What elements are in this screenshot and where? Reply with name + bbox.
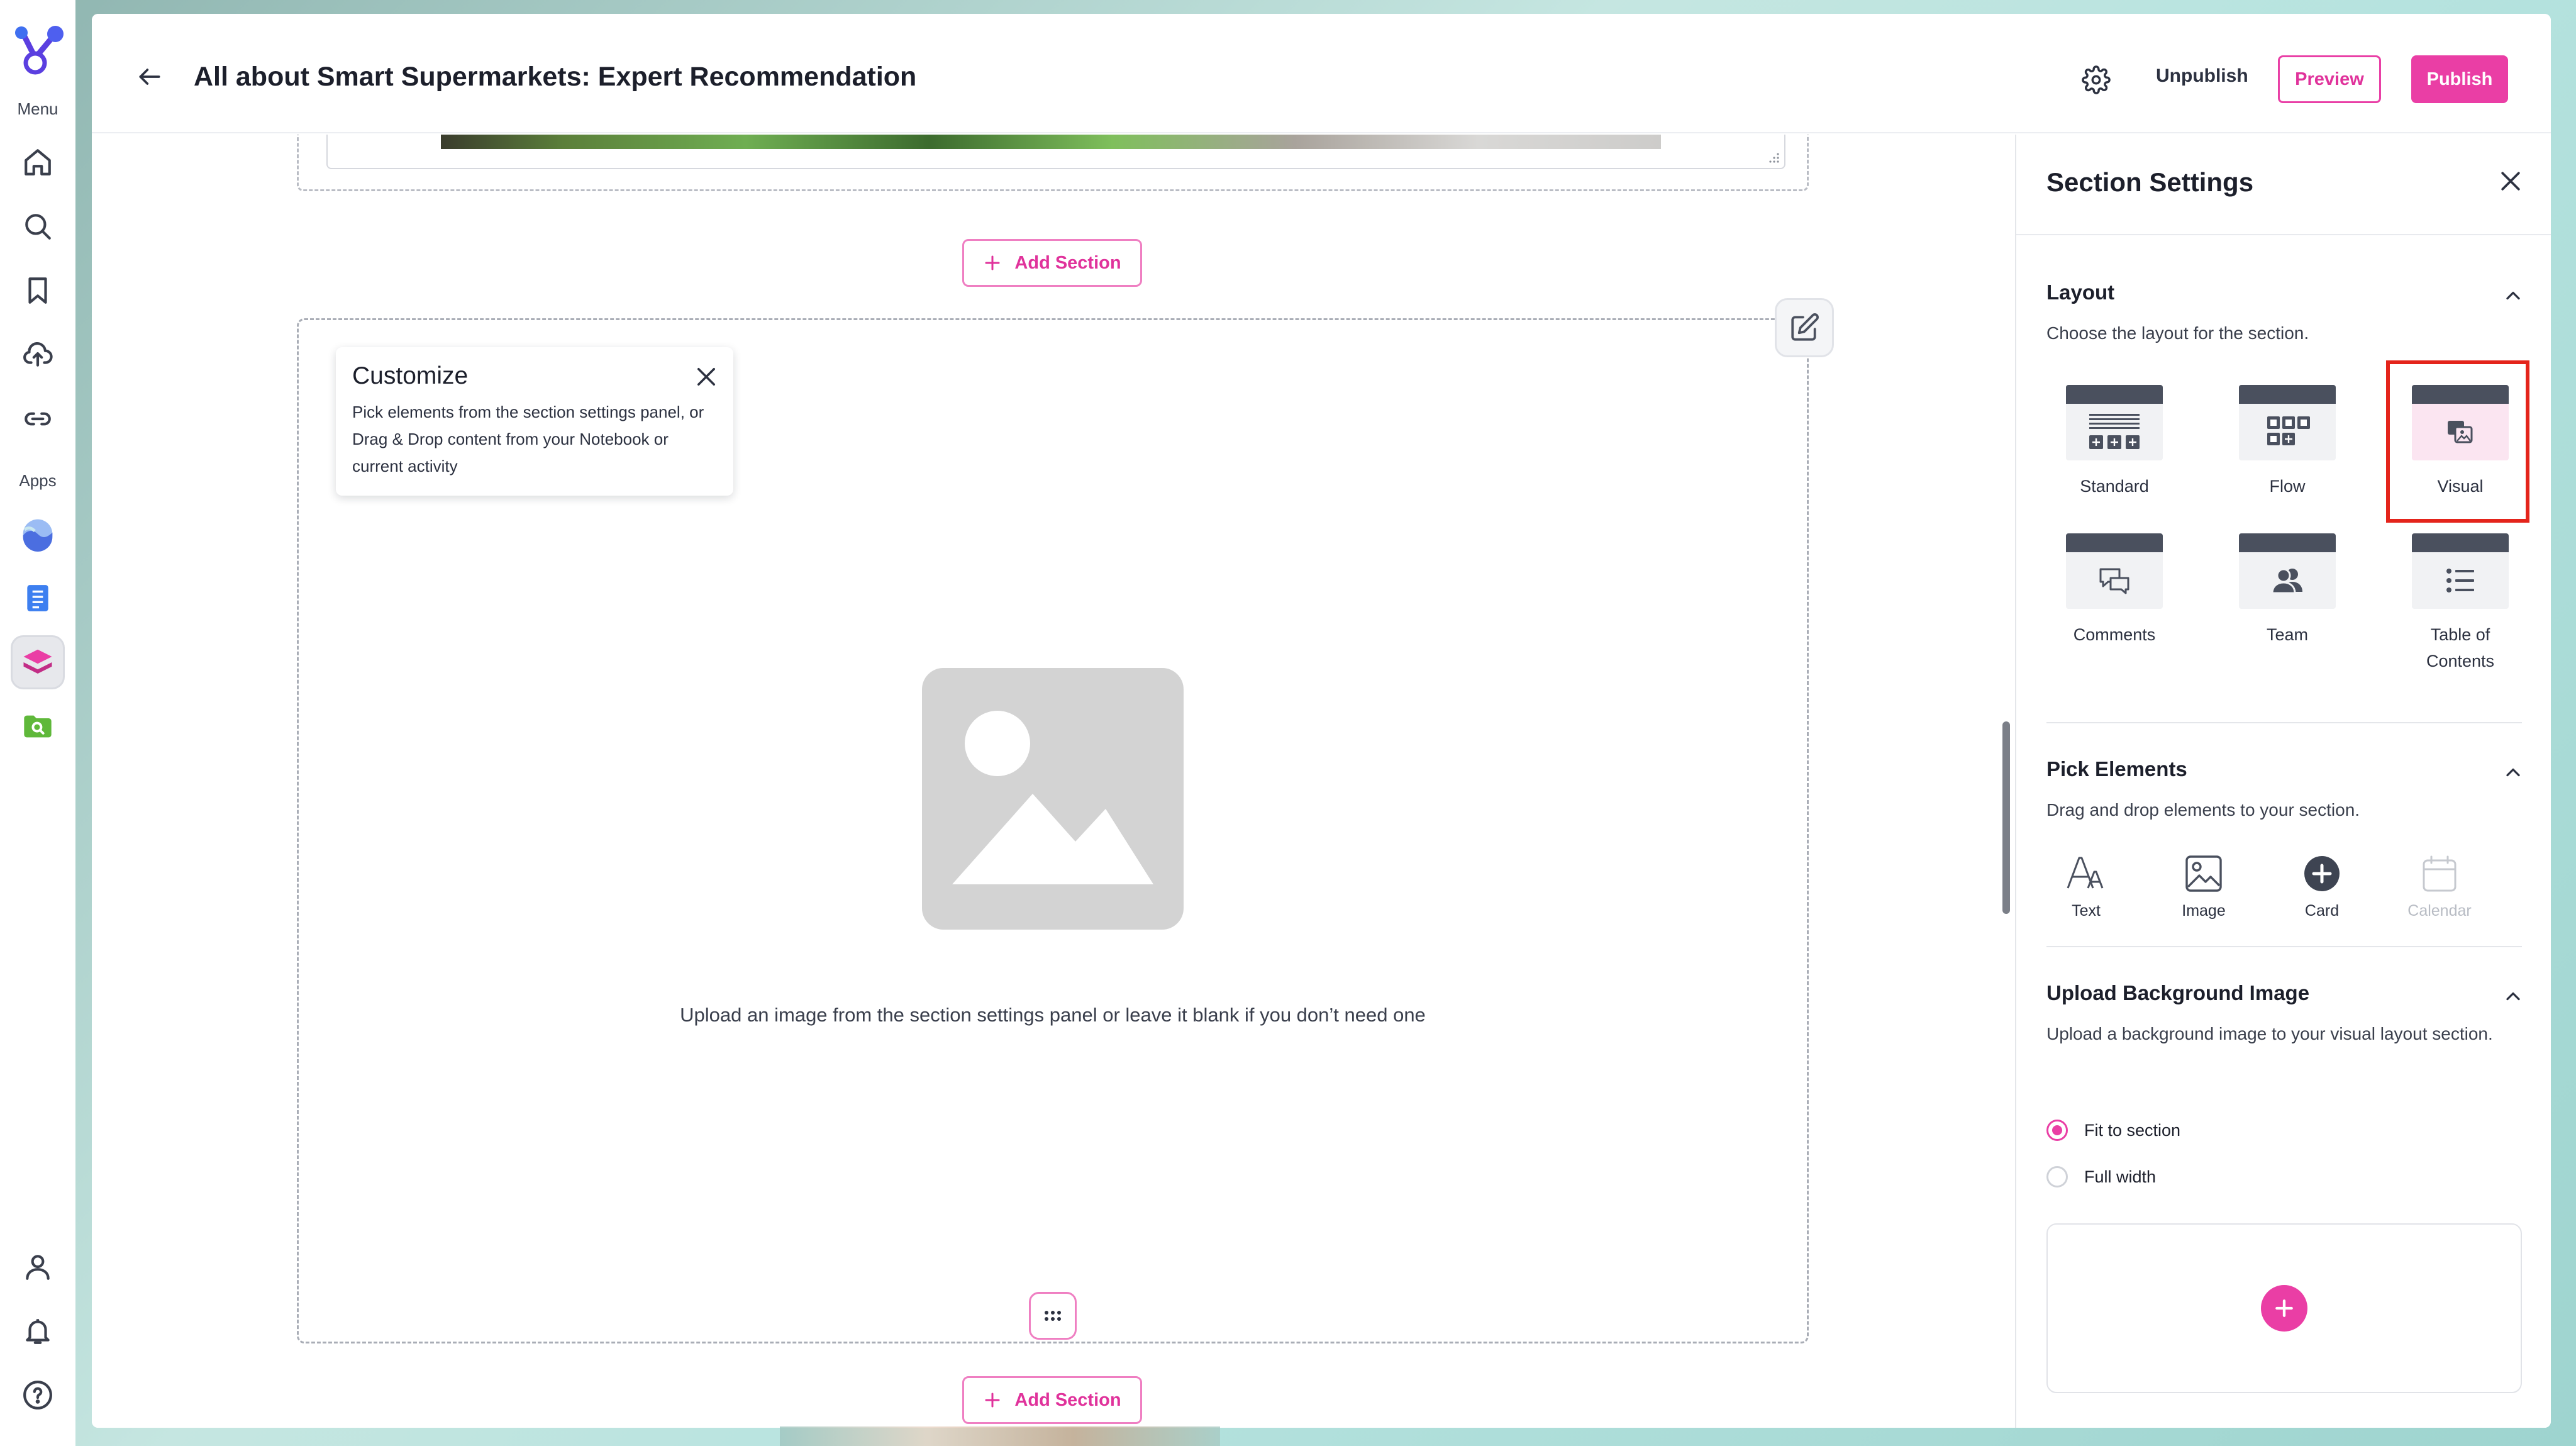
upload-cloud-icon[interactable] (11, 328, 65, 382)
add-section-label: Add Section (1014, 252, 1121, 273)
search-icon[interactable] (11, 199, 65, 253)
rail-bottom (11, 1235, 65, 1427)
user-icon[interactable] (11, 1240, 65, 1294)
resize-grip-icon[interactable] (1765, 149, 1780, 164)
layout-option-label: Flow (2269, 477, 2306, 496)
element-label: Calendar (2407, 902, 2472, 920)
pick-elements-title: Pick Elements (2046, 757, 2187, 781)
add-section-button[interactable]: Add Section (962, 239, 1142, 287)
section-settings-panel: Section Settings Layout Choose the layou… (2015, 135, 2551, 1428)
add-section-label: Add Section (1014, 1389, 1121, 1410)
layout-option-flow[interactable]: Flow (2212, 385, 2363, 499)
panel-header: Section Settings (2016, 135, 2551, 235)
preview-button[interactable]: Preview (2278, 55, 2381, 103)
layout-option-team[interactable]: Team (2212, 533, 2363, 648)
radio-button-checked[interactable] (2046, 1120, 2068, 1141)
folder-search-app-icon[interactable] (11, 699, 65, 754)
app-logo-icon[interactable] (9, 21, 67, 79)
radio-full-width[interactable]: Full width (2046, 1166, 2156, 1187)
chevron-up-icon[interactable] (2502, 761, 2524, 784)
add-section-button-bottom[interactable]: Add Section (962, 1376, 1142, 1424)
background-group-description: Upload a background image to your visual… (2046, 1024, 2493, 1043)
image-placeholder-icon (922, 668, 1184, 930)
canvas-scrollbar[interactable] (2002, 721, 2010, 914)
home-icon[interactable] (11, 135, 65, 189)
visual-option-highlight (2386, 360, 2529, 523)
bookmark-icon[interactable] (11, 264, 65, 318)
element-card[interactable]: Card (2275, 852, 2369, 920)
drag-handle-icon[interactable] (1029, 1292, 1077, 1340)
team-layout-icon (2239, 533, 2336, 609)
document-app-icon[interactable] (11, 571, 65, 625)
add-background-plus-icon[interactable] (2261, 1285, 2307, 1332)
radio-label: Full width (2084, 1167, 2157, 1186)
standard-layout-icon (2066, 385, 2163, 460)
calendar-icon (2423, 855, 2457, 892)
customize-body: Pick elements from the section settings … (352, 403, 704, 476)
layout-option-comments[interactable]: Comments (2039, 533, 2190, 648)
text-icon (2067, 857, 2104, 889)
comments-layout-icon (2066, 533, 2163, 609)
editor-window: All about Smart Supermarkets: Expert Rec… (92, 14, 2551, 1428)
background-group-title: Upload Background Image (2046, 981, 2310, 1004)
layout-option-label: Comments (2073, 625, 2156, 644)
supermarket-photo (441, 135, 1661, 149)
layout-option-label: Table of Contents (2426, 625, 2495, 670)
apps-label: Apps (19, 471, 57, 490)
help-icon[interactable] (11, 1368, 65, 1422)
editor-canvas: Add Section Customize Pick elements from… (92, 135, 2013, 1428)
customize-tip-card: Customize Pick elements from the section… (336, 347, 733, 496)
element-label: Card (2304, 902, 2340, 920)
element-text[interactable]: Text (2039, 852, 2133, 920)
layers-app-icon[interactable] (11, 635, 65, 689)
left-rail: Menu Apps (0, 0, 75, 1446)
wave-app-icon[interactable] (11, 507, 65, 561)
edit-section-icon[interactable] (1775, 298, 1834, 357)
element-label: Image (2182, 902, 2226, 920)
layout-group-title: Layout (2046, 281, 2115, 304)
radio-label: Fit to section (2084, 1120, 2181, 1140)
layout-group-description: Choose the layout for the section. (2046, 323, 2309, 343)
unpublish-button[interactable]: Unpublish (2156, 65, 2248, 87)
element-label: Text (2072, 902, 2101, 920)
panel-title: Section Settings (2046, 167, 2254, 197)
chevron-up-icon[interactable] (2502, 985, 2524, 1008)
top-bar: All about Smart Supermarkets: Expert Rec… (92, 14, 2551, 133)
menu-label: Menu (17, 99, 58, 118)
upload-hint-text: Upload an image from the section setting… (680, 1004, 1426, 1026)
layout-option-label: Team (2266, 625, 2309, 644)
layout-option-label: Standard (2080, 477, 2149, 496)
link-icon[interactable] (11, 392, 65, 446)
close-panel-icon[interactable] (2497, 167, 2524, 195)
element-image[interactable]: Image (2157, 852, 2251, 920)
panel-divider (2046, 946, 2522, 947)
image-icon (2185, 855, 2222, 892)
page-title: All about Smart Supermarkets: Expert Rec… (194, 62, 917, 92)
publish-button[interactable]: Publish (2411, 55, 2508, 103)
background-upload-dropzone[interactable] (2046, 1223, 2522, 1393)
card-plus-icon (2304, 856, 2340, 891)
radio-button-unchecked[interactable] (2046, 1166, 2068, 1187)
plus-icon (985, 255, 1000, 270)
plus-icon (985, 1393, 1000, 1408)
customize-title: Customize (352, 362, 469, 389)
panel-divider (2046, 722, 2522, 723)
previous-section-image-frame (326, 135, 1785, 169)
flow-layout-icon (2239, 385, 2336, 460)
bell-icon[interactable] (11, 1304, 65, 1358)
close-icon[interactable] (693, 364, 719, 390)
background-photo-peek (780, 1427, 1220, 1446)
previous-section[interactable] (297, 135, 1809, 191)
element-calendar: Calendar (2392, 852, 2487, 920)
layout-option-table-of-contents[interactable]: Table of Contents (2385, 533, 2536, 674)
gear-icon[interactable] (2082, 65, 2111, 94)
chevron-up-icon[interactable] (2502, 284, 2524, 307)
back-arrow-icon[interactable] (136, 63, 164, 91)
toc-layout-icon (2412, 533, 2509, 609)
layout-option-standard[interactable]: Standard (2039, 385, 2190, 499)
pick-elements-description: Drag and drop elements to your section. (2046, 800, 2360, 820)
radio-fit-to-section[interactable]: Fit to section (2046, 1120, 2180, 1141)
